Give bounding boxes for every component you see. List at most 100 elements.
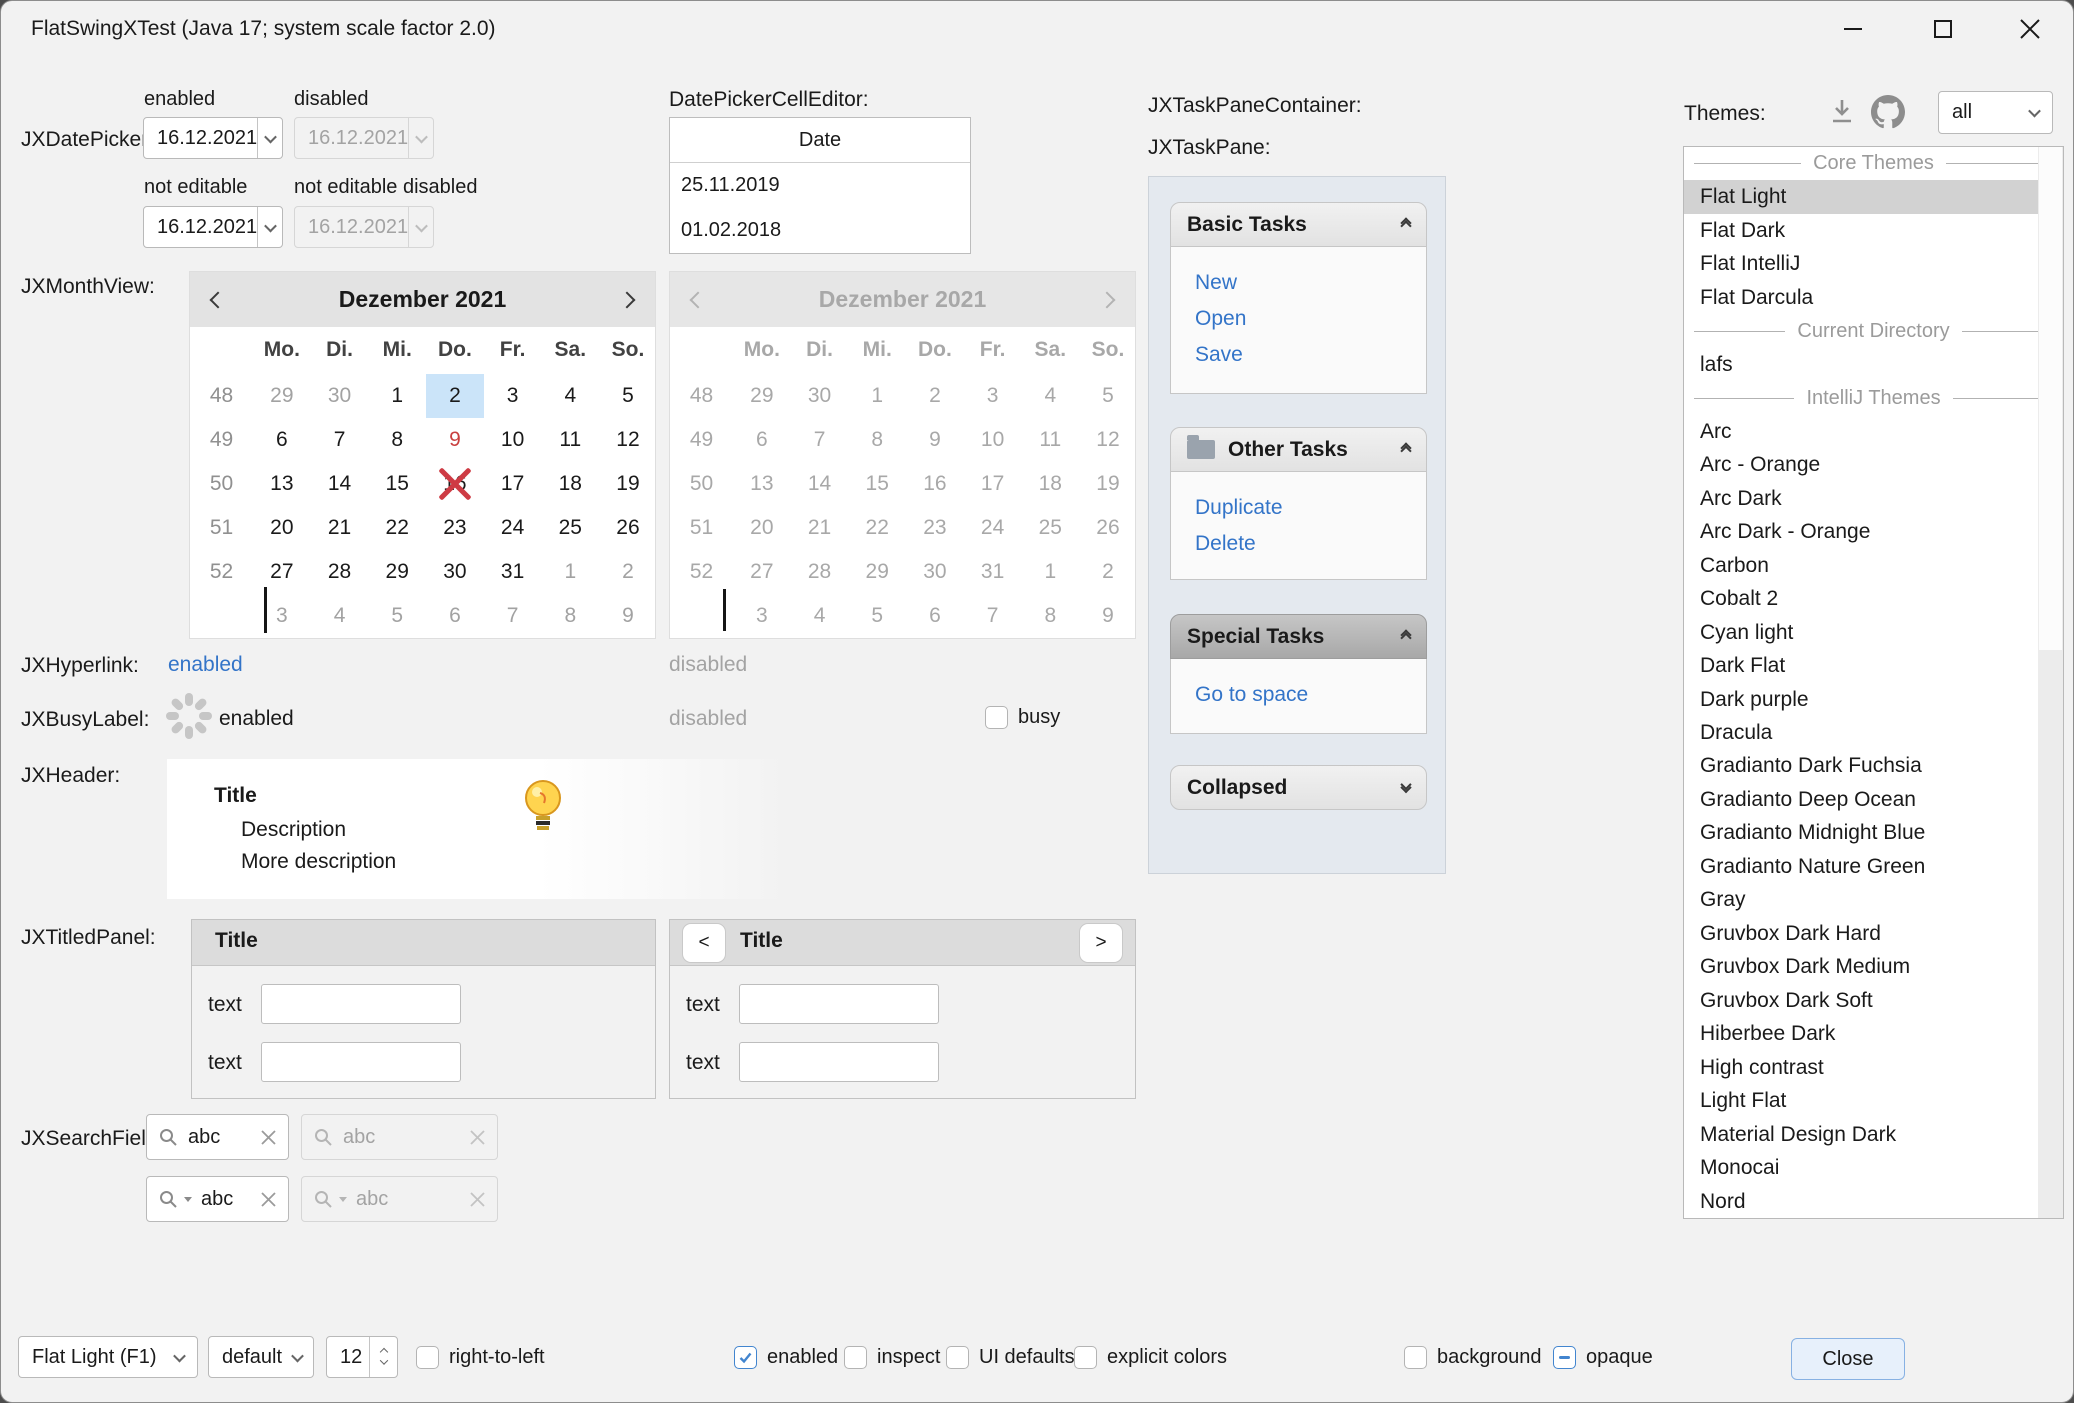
theme-item[interactable]: Arc Dark [1684, 482, 2063, 515]
theme-item[interactable]: Dark Flat [1684, 649, 2063, 682]
taskpane-link-go-to-space[interactable]: Go to space [1195, 684, 1426, 706]
calendar-day[interactable]: 19 [599, 462, 657, 506]
calendar-day[interactable]: 28 [311, 550, 369, 594]
theme-item[interactable]: Gradianto Deep Ocean [1684, 783, 2063, 816]
themes-list[interactable]: Core ThemesFlat LightFlat DarkFlat Intel… [1683, 146, 2064, 1219]
theme-item[interactable]: Arc - Orange [1684, 448, 2063, 481]
checkbox-box[interactable] [844, 1346, 867, 1369]
calendar-day[interactable]: 12 [599, 418, 657, 462]
theme-item[interactable]: Light Flat [1684, 1084, 2063, 1117]
theme-item[interactable]: Material Design Dark [1684, 1118, 2063, 1151]
theme-item[interactable]: Monocai [1684, 1151, 2063, 1184]
theme-item-selected[interactable]: Flat Light [1684, 180, 2063, 213]
font-size-spinner[interactable]: 12 [326, 1336, 398, 1378]
calendar-day[interactable]: 27 [253, 550, 311, 594]
datepicker-enabled[interactable]: 16.12.2021 [143, 117, 283, 159]
calendar-day[interactable]: 6 [426, 594, 484, 638]
theme-item[interactable]: Gruvbox Dark Soft [1684, 984, 2063, 1017]
taskpane-link-delete[interactable]: Delete [1195, 533, 1426, 555]
theme-item[interactable]: Gruvbox Dark Medium [1684, 950, 2063, 983]
theme-item[interactable]: Cyan light [1684, 616, 2063, 649]
calendar-day[interactable]: 30 [426, 550, 484, 594]
next-month-button[interactable] [599, 272, 655, 327]
taskpane-link-open[interactable]: Open [1195, 308, 1426, 330]
checkbox-inspect[interactable]: inspect [844, 1346, 940, 1369]
checkbox-busy[interactable]: busy [985, 706, 1060, 729]
calendar-day[interactable]: 18 [541, 462, 599, 506]
calendar-day[interactable]: 16 [426, 462, 484, 506]
taskpane-link-new[interactable]: New [1195, 272, 1426, 294]
search-input-value[interactable]: abc [201, 1188, 251, 1211]
checkbox-right-to-left[interactable]: right-to-left [416, 1346, 545, 1369]
taskpane-header-collapsed[interactable]: Collapsed [1170, 765, 1427, 810]
calendar-day[interactable]: 2 [599, 550, 657, 594]
table-row[interactable]: 25.11.2019 [670, 163, 970, 208]
calendar-day[interactable]: 22 [368, 506, 426, 550]
calendar-day[interactable]: 1 [541, 550, 599, 594]
calendar-day[interactable]: 24 [484, 506, 542, 550]
checkbox-opaque[interactable]: opaque [1553, 1346, 1653, 1369]
spinner-buttons[interactable] [369, 1337, 397, 1377]
theme-item[interactable]: Cobalt 2 [1684, 582, 2063, 615]
datepicker-dropdown-button[interactable] [257, 118, 282, 158]
taskpane-header-basic-tasks[interactable]: Basic Tasks [1170, 202, 1427, 247]
combobox-arrow-button[interactable] [282, 1337, 313, 1377]
clear-search-icon[interactable] [260, 1129, 277, 1146]
calendar-day[interactable]: 29 [253, 374, 311, 418]
checkbox-box[interactable] [1553, 1346, 1576, 1369]
checkbox-ui-defaults[interactable]: UI defaults [946, 1346, 1075, 1369]
github-icon[interactable] [1871, 95, 1905, 129]
prev-month-button[interactable] [190, 272, 246, 327]
theme-item[interactable]: High contrast [1684, 1051, 2063, 1084]
text-input[interactable] [261, 1042, 461, 1082]
scrollbar-thumb[interactable] [2039, 147, 2062, 650]
calendar-day[interactable]: 21 [311, 506, 369, 550]
font-combobox[interactable]: default [208, 1336, 314, 1378]
taskpane-header-special-tasks[interactable]: Special Tasks [1170, 614, 1427, 659]
calendar-day[interactable]: 29 [368, 550, 426, 594]
calendar-day[interactable]: 4 [541, 374, 599, 418]
clear-search-icon[interactable] [260, 1191, 277, 1208]
checkbox-box[interactable] [985, 706, 1008, 729]
theme-item[interactable]: Gruvbox Dark Hard [1684, 917, 2063, 950]
theme-item[interactable]: Dracula [1684, 716, 2063, 749]
theme-item[interactable]: Flat IntelliJ [1684, 247, 2063, 280]
text-input[interactable] [739, 1042, 939, 1082]
calendar-day[interactable]: 15 [368, 462, 426, 506]
calendar-day[interactable]: 7 [311, 418, 369, 462]
checkbox-box[interactable] [1404, 1346, 1427, 1369]
theme-item[interactable]: Hiberbee Dark [1684, 1017, 2063, 1050]
checkbox-background[interactable]: background [1404, 1346, 1542, 1369]
datepicker-dropdown-button[interactable] [257, 207, 282, 247]
taskpane-link-save[interactable]: Save [1195, 344, 1426, 366]
download-icon[interactable] [1827, 97, 1857, 127]
calendar-day[interactable]: 3 [253, 594, 311, 638]
taskpane-header-other-tasks[interactable]: Other Tasks [1170, 427, 1427, 472]
datepicker-value[interactable]: 16.12.2021 [144, 118, 257, 158]
calendar-day[interactable]: 30 [311, 374, 369, 418]
calendar-day[interactable]: 5 [368, 594, 426, 638]
close-button[interactable]: Close [1791, 1338, 1905, 1380]
checkbox-enabled[interactable]: enabled [734, 1346, 838, 1369]
calendar-day[interactable]: 7 [484, 594, 542, 638]
maximize-button[interactable] [1920, 7, 1966, 51]
calendar-day[interactable]: 8 [368, 418, 426, 462]
theme-item[interactable]: Arc [1684, 415, 2063, 448]
theme-item[interactable]: Nord [1684, 1185, 2063, 1218]
calendar-day[interactable]: 4 [311, 594, 369, 638]
calendar-day[interactable]: 1 [368, 374, 426, 418]
calendar-day-selected[interactable]: 2 [426, 374, 484, 418]
calendar-day[interactable]: 5 [599, 374, 657, 418]
combobox-arrow-button[interactable] [2016, 92, 2052, 133]
checkbox-box[interactable] [416, 1346, 439, 1369]
theme-item[interactable]: Gradianto Midnight Blue [1684, 816, 2063, 849]
checkbox-box[interactable] [734, 1346, 757, 1369]
titledpanel-next-button[interactable]: > [1079, 923, 1123, 963]
text-input[interactable] [261, 984, 461, 1024]
calendar-day[interactable]: 31 [484, 550, 542, 594]
search-input-value[interactable]: abc [188, 1126, 251, 1149]
calendar-day[interactable]: 6 [253, 418, 311, 462]
calendar-day[interactable]: 25 [541, 506, 599, 550]
theme-item[interactable]: Gradianto Nature Green [1684, 850, 2063, 883]
calendar-day[interactable]: 14 [311, 462, 369, 506]
